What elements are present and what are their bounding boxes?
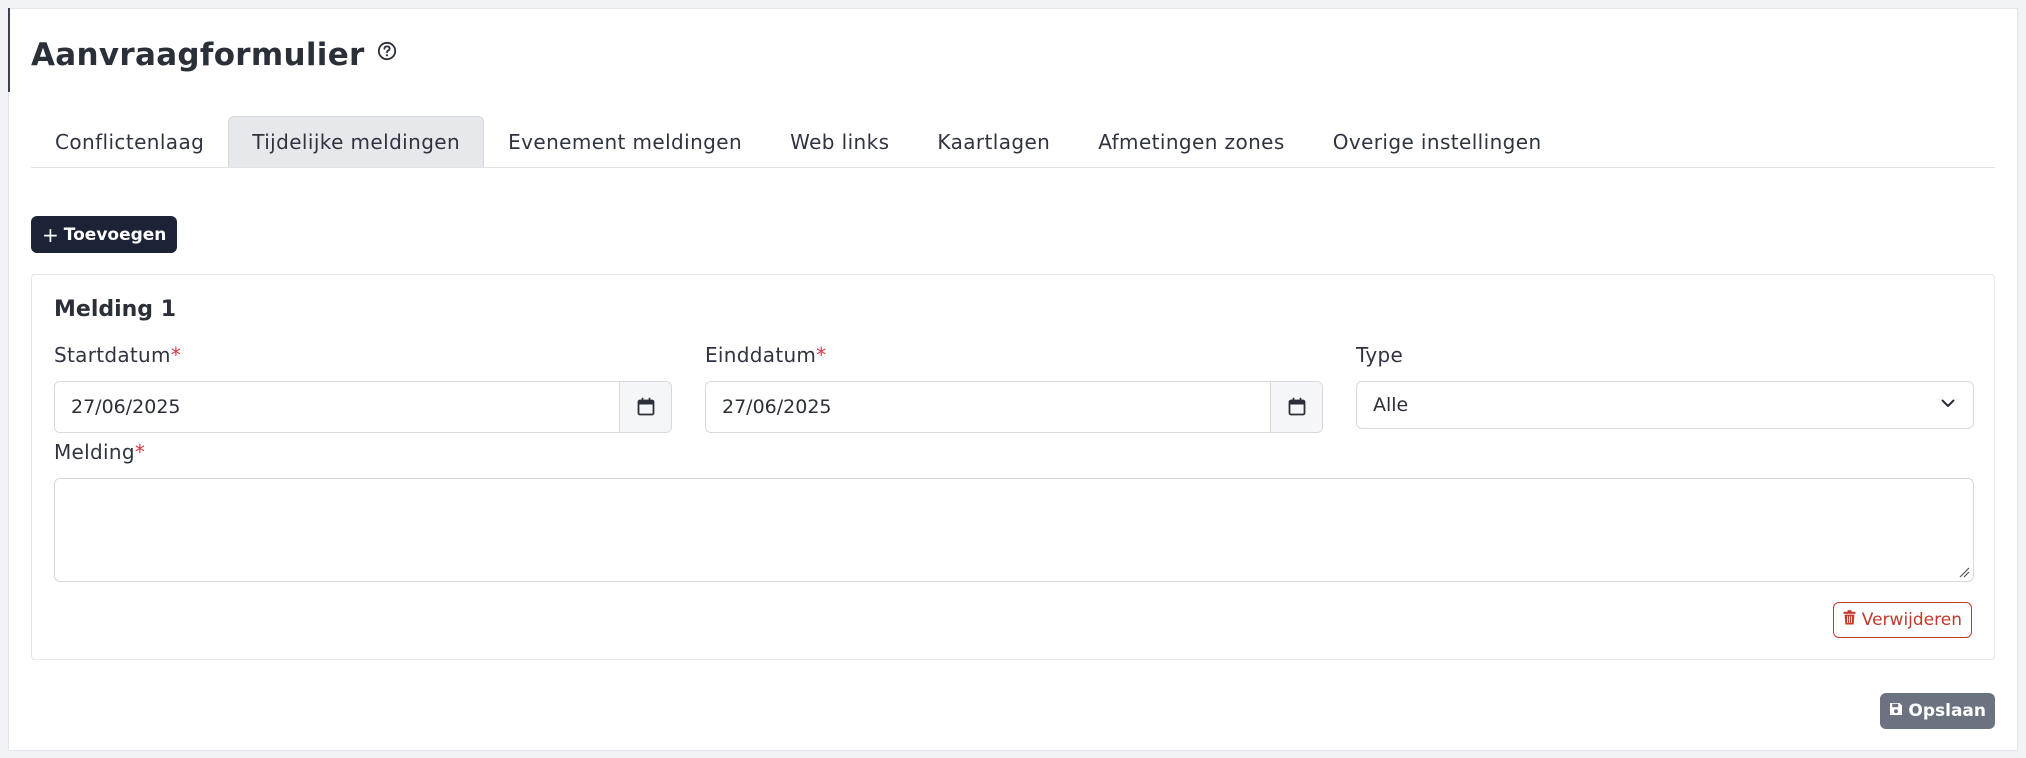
required-mark: * (134, 440, 146, 464)
save-button-label: Opslaan (1908, 701, 1986, 721)
type-select[interactable]: Alle (1356, 381, 1974, 429)
question-circle-icon[interactable] (377, 41, 397, 65)
type-select-value: Alle (1373, 394, 1409, 416)
tab-bar: Conflictenlaag Tijdelijke meldingen Even… (31, 113, 1995, 168)
tab-overige-instellingen[interactable]: Overige instellingen (1309, 116, 1566, 167)
tab-evenement-meldingen[interactable]: Evenement meldingen (484, 116, 766, 167)
trash-icon (1843, 610, 1856, 630)
melding-title: Melding 1 (54, 297, 177, 322)
einddatum-field (705, 381, 1323, 433)
add-button[interactable]: + Toevoegen (31, 216, 178, 253)
page-title: Aanvraagformulier (31, 37, 365, 73)
page-header: Aanvraagformulier (31, 37, 397, 73)
required-mark: * (170, 343, 182, 367)
startdatum-field (54, 381, 672, 433)
resize-grip-icon[interactable] (1958, 563, 1970, 582)
type-label: Type (1356, 343, 1404, 367)
einddatum-label: Einddatum* (705, 343, 827, 367)
page-container: Aanvraagformulier Conflictenlaag Tijdeli… (8, 8, 2018, 751)
calendar-icon[interactable] (619, 382, 671, 432)
required-mark: * (816, 343, 827, 367)
tab-web-links[interactable]: Web links (766, 116, 913, 167)
left-accent-bar (8, 8, 10, 92)
startdatum-input[interactable] (55, 382, 619, 432)
einddatum-label-text: Einddatum (705, 343, 817, 367)
tab-kaartlagen[interactable]: Kaartlagen (913, 116, 1074, 167)
plus-icon: + (42, 222, 59, 247)
calendar-icon[interactable] (1270, 382, 1322, 432)
startdatum-label: Startdatum* (54, 343, 181, 367)
melding-label-text: Melding (54, 440, 135, 464)
melding-label: Melding* (54, 440, 145, 464)
tab-tijdelijke-meldingen[interactable]: Tijdelijke meldingen (228, 116, 485, 167)
tab-conflictenlaag[interactable]: Conflictenlaag (31, 116, 228, 167)
tab-afmetingen-zones[interactable]: Afmetingen zones (1074, 116, 1308, 167)
melding-textarea[interactable] (54, 478, 1974, 582)
melding-card: Melding 1 Startdatum* Einddatum* (31, 274, 1995, 660)
floppy-disk-icon (1889, 701, 1903, 721)
delete-button-label: Verwijderen (1861, 610, 1962, 630)
chevron-down-icon (1939, 394, 1957, 417)
einddatum-input[interactable] (706, 382, 1270, 432)
add-button-label: Toevoegen (63, 224, 167, 245)
startdatum-label-text: Startdatum (54, 343, 171, 367)
delete-button[interactable]: Verwijderen (1832, 602, 1972, 638)
save-button[interactable]: Opslaan (1880, 693, 1995, 729)
